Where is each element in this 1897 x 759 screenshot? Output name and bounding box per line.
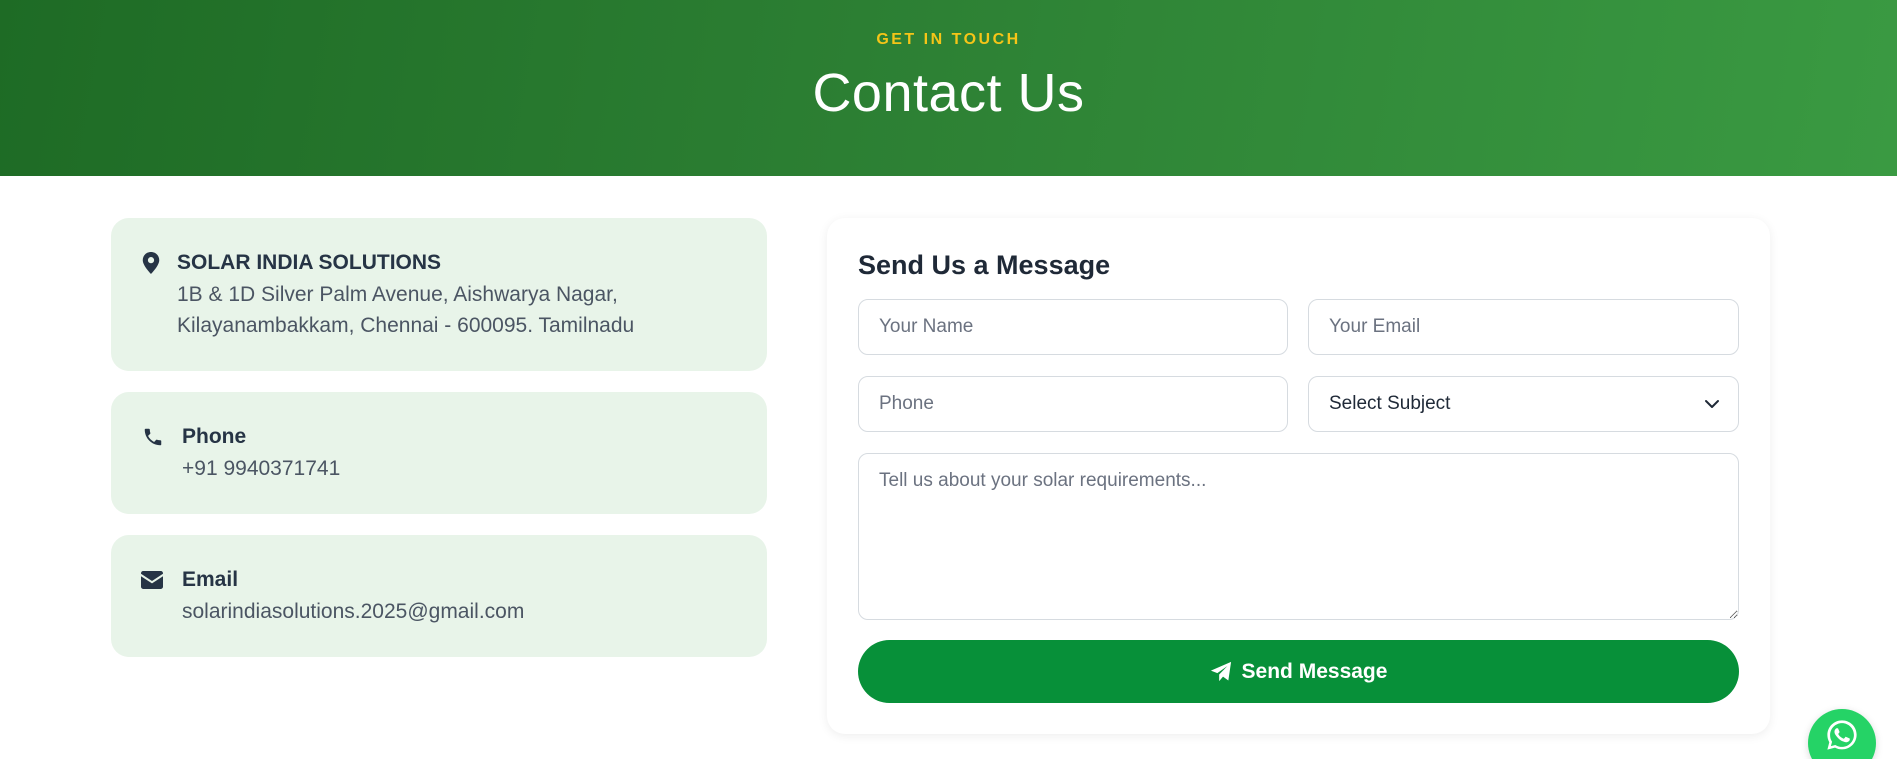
phone-input[interactable] — [858, 376, 1288, 432]
paper-plane-icon — [1210, 661, 1231, 681]
whatsapp-icon — [1827, 720, 1857, 750]
phone-label: Phone — [182, 425, 247, 448]
page-title: Contact Us — [812, 63, 1085, 123]
send-message-button[interactable]: Send Message — [858, 640, 1739, 703]
subject-select[interactable]: Select Subject — [1308, 376, 1739, 432]
phone-icon — [142, 426, 164, 448]
form-title: Send Us a Message — [858, 250, 1111, 280]
send-message-label: Send Message — [1241, 659, 1388, 683]
subject-select-value: Select Subject — [1329, 393, 1451, 414]
contact-hero: GET IN TOUCH Contact Us — [0, 0, 1897, 176]
email-input[interactable] — [1308, 299, 1739, 355]
message-textarea[interactable] — [858, 453, 1739, 620]
contact-form: Send Us a Message Select Subject Send Me… — [827, 218, 1770, 734]
address-card: SOLAR INDIA SOLUTIONS 1B & 1D Silver Pal… — [111, 218, 767, 371]
map-marker-icon — [141, 252, 161, 274]
company-address: 1B & 1D Silver Palm Avenue, Aishwarya Na… — [177, 283, 635, 337]
name-input[interactable] — [858, 299, 1288, 355]
chevron-down-icon — [1704, 396, 1720, 412]
envelope-icon — [141, 571, 163, 589]
phone-number[interactable]: +91 9940371741 — [182, 453, 340, 484]
email-card: Email solarindiasolutions.2025@gmail.com — [111, 535, 767, 657]
phone-card: Phone +91 9940371741 — [111, 392, 767, 514]
whatsapp-button[interactable] — [1808, 709, 1876, 759]
email-address[interactable]: solarindiasolutions.2025@gmail.com — [182, 596, 524, 627]
company-name: SOLAR INDIA SOLUTIONS — [177, 251, 442, 274]
hero-eyebrow: GET IN TOUCH — [876, 31, 1021, 48]
email-label: Email — [182, 568, 239, 591]
